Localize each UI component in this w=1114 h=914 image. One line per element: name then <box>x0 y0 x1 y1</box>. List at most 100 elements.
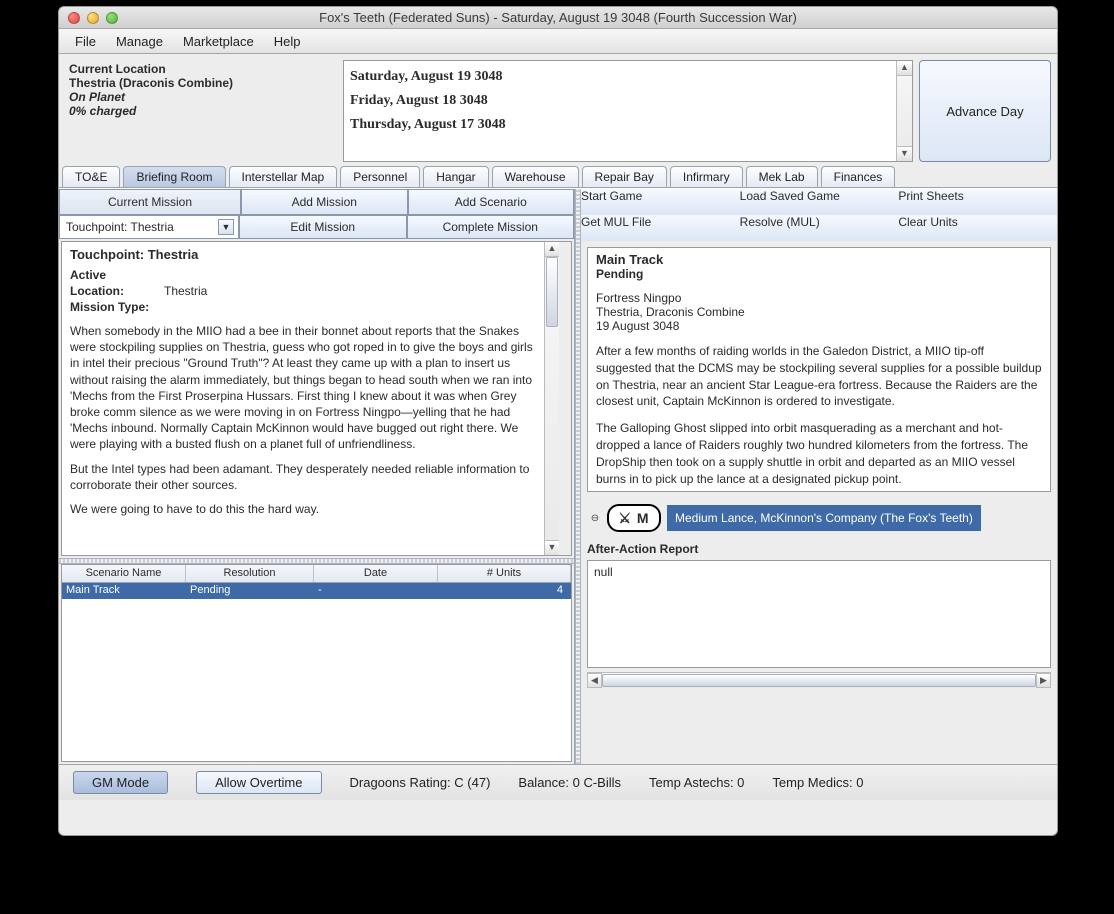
balance: Balance: 0 C-Bills <box>518 775 621 790</box>
allow-overtime-button[interactable]: Allow Overtime <box>196 771 321 794</box>
location-value: Thestria <box>164 283 207 299</box>
cell-units: 4 <box>438 583 571 599</box>
complete-mission-button[interactable]: Complete Mission <box>407 215 575 239</box>
resolve-mul-button[interactable]: Resolve (MUL) <box>740 215 899 241</box>
track-title: Main Track <box>596 252 1042 267</box>
top-area: Current Location Thestria (Draconis Comb… <box>59 54 1057 166</box>
right-hscrollbar[interactable]: ◀ ▶ <box>587 672 1051 688</box>
statusbar: GM Mode Allow Overtime Dragoons Rating: … <box>59 764 1057 800</box>
aar-heading: After-Action Report <box>587 542 698 556</box>
briefing-status: Active <box>70 268 106 282</box>
cell-date: - <box>314 583 438 599</box>
mission-select[interactable]: Touchpoint: Thestria ▼ <box>59 215 239 239</box>
lance-icon: ⚔ M <box>607 504 661 532</box>
col-scenario-name[interactable]: Scenario Name <box>62 565 186 582</box>
cell-resolution: Pending <box>186 583 314 599</box>
scroll-up-icon[interactable]: ▲ <box>545 242 559 257</box>
start-game-button[interactable]: Start Game <box>581 189 740 215</box>
location-status: On Planet <box>69 90 125 104</box>
main-tabs: TO&E Briefing Room Interstellar Map Pers… <box>59 166 1057 188</box>
temp-astechs: Temp Astechs: 0 <box>649 775 744 790</box>
track-loc2: Thestria, Draconis Combine <box>596 305 1042 319</box>
scroll-down-icon[interactable]: ▼ <box>897 146 912 161</box>
scroll-right-icon[interactable]: ▶ <box>1036 673 1051 688</box>
menu-manage[interactable]: Manage <box>106 30 173 53</box>
menubar: File Manage Marketplace Help <box>59 29 1057 54</box>
tab-warehouse[interactable]: Warehouse <box>492 166 579 187</box>
print-sheets-button[interactable]: Print Sheets <box>898 189 1057 215</box>
tab-toe[interactable]: TO&E <box>62 166 120 187</box>
track-para: After a few months of raiding worlds in … <box>596 343 1042 410</box>
aar-box[interactable]: null <box>587 560 1051 668</box>
table-header: Scenario Name Resolution Date # Units <box>62 565 571 583</box>
aar-section: After-Action Report null <box>587 542 1051 668</box>
tab-hangar[interactable]: Hangar <box>423 166 488 187</box>
scroll-thumb[interactable] <box>602 674 1036 687</box>
menu-help[interactable]: Help <box>264 30 311 53</box>
scroll-left-icon[interactable]: ◀ <box>587 673 602 688</box>
briefing-scrollbar[interactable]: ▲ ▼ <box>544 242 571 555</box>
log-entry: Friday, August 18 3048 <box>350 89 890 113</box>
log-list: Saturday, August 19 3048 Friday, August … <box>344 61 896 161</box>
temp-medics: Temp Medics: 0 <box>772 775 863 790</box>
tab-personnel[interactable]: Personnel <box>340 166 420 187</box>
track-para: The Galloping Ghost slipped into orbit m… <box>596 420 1042 487</box>
briefing-box: Touchpoint: Thestria Active Location:The… <box>61 241 572 556</box>
dragoons-rating: Dragoons Rating: C (47) <box>350 775 491 790</box>
track-date: 19 August 3048 <box>596 319 1042 333</box>
main-window: Fox's Teeth (Federated Suns) - Saturday,… <box>58 6 1058 836</box>
col-date[interactable]: Date <box>314 565 438 582</box>
menu-file[interactable]: File <box>65 30 106 53</box>
chevron-down-icon[interactable]: ▼ <box>218 219 234 235</box>
get-mul-file-button[interactable]: Get MUL File <box>581 215 740 241</box>
right-panel: Start Game Load Saved Game Print Sheets … <box>581 189 1057 764</box>
gm-mode-button[interactable]: GM Mode <box>73 771 168 794</box>
scenario-table: Scenario Name Resolution Date # Units Ma… <box>61 564 572 762</box>
window-title: Fox's Teeth (Federated Suns) - Saturday,… <box>59 10 1057 25</box>
left-panel: Current Mission Add Mission Add Scenario… <box>59 189 575 764</box>
add-scenario-button[interactable]: Add Scenario <box>408 189 575 215</box>
load-saved-game-button[interactable]: Load Saved Game <box>740 189 899 215</box>
advance-day-button[interactable]: Advance Day <box>919 60 1051 162</box>
lance-label[interactable]: Medium Lance, McKinnon's Company (The Fo… <box>667 505 981 531</box>
location-label: Location: <box>70 283 160 299</box>
menu-marketplace[interactable]: Marketplace <box>173 30 264 53</box>
tab-finances[interactable]: Finances <box>821 166 896 187</box>
lance-row[interactable]: ⊖ ⚔ M Medium Lance, McKinnon's Company (… <box>589 504 1057 532</box>
tab-infirmary[interactable]: Infirmary <box>670 166 743 187</box>
location-planet: Thestria (Draconis Combine) <box>69 76 233 90</box>
table-row[interactable]: Main Track Pending - 4 <box>62 583 571 599</box>
tab-repair-bay[interactable]: Repair Bay <box>582 166 667 187</box>
briefing-text[interactable]: Touchpoint: Thestria Active Location:The… <box>62 242 543 555</box>
edit-mission-button[interactable]: Edit Mission <box>239 215 407 239</box>
current-mission-header: Current Mission <box>59 189 241 215</box>
track-status: Pending <box>596 267 643 281</box>
cell-name: Main Track <box>62 583 186 599</box>
log-entry: Saturday, August 19 3048 <box>350 65 890 89</box>
tab-interstellar-map[interactable]: Interstellar Map <box>229 166 338 187</box>
briefing-para: But the Intel types had been adamant. Th… <box>70 461 535 493</box>
briefing-para: When somebody in the MIIO had a bee in t… <box>70 323 535 453</box>
scroll-thumb[interactable] <box>546 257 558 327</box>
clear-units-button[interactable]: Clear Units <box>898 215 1057 241</box>
col-resolution[interactable]: Resolution <box>186 565 314 582</box>
tab-mek-lab[interactable]: Mek Lab <box>746 166 818 187</box>
scroll-down-icon[interactable]: ▼ <box>545 540 559 555</box>
daily-log[interactable]: Saturday, August 19 3048 Friday, August … <box>343 60 913 162</box>
track-loc1: Fortress Ningpo <box>596 291 1042 305</box>
location-charge: 0% charged <box>69 104 136 118</box>
tab-briefing-room[interactable]: Briefing Room <box>123 166 225 187</box>
briefing-para: We were going to have to do this the har… <box>70 501 535 517</box>
tree-toggle-icon[interactable]: ⊖ <box>589 512 601 524</box>
log-scrollbar[interactable]: ▲ ▼ <box>896 61 912 161</box>
mission-select-value: Touchpoint: Thestria <box>66 220 174 234</box>
scroll-up-icon[interactable]: ▲ <box>897 61 912 76</box>
titlebar[interactable]: Fox's Teeth (Federated Suns) - Saturday,… <box>59 7 1057 29</box>
location-panel: Current Location Thestria (Draconis Comb… <box>67 60 337 162</box>
aar-text: null <box>594 565 613 579</box>
log-entry: Thursday, August 17 3048 <box>350 113 890 137</box>
track-box: Main Track Pending Fortress Ningpo Thest… <box>587 247 1051 492</box>
add-mission-button[interactable]: Add Mission <box>241 189 408 215</box>
col-units[interactable]: # Units <box>438 565 571 582</box>
mission-type-label: Mission Type: <box>70 299 160 315</box>
